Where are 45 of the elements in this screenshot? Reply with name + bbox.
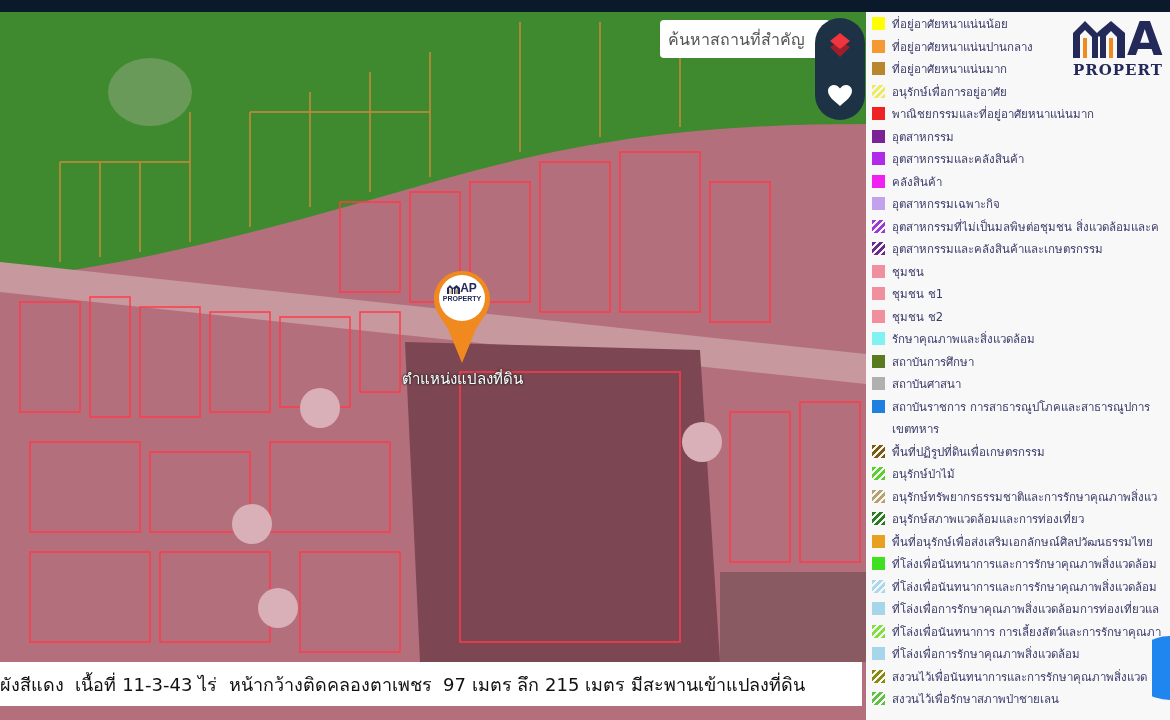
legend-label: พื้นที่ปฏิรูปที่ดินเพื่อเกษตรกรรม bbox=[892, 443, 1045, 461]
legend-label: ที่โล่งเพื่อนันทนาการและการรักษาคุณภาพสิ่งแวดล้อม bbox=[892, 555, 1157, 573]
legend-label: อนุรักษ์ทรัพยากรธรรมชาติและการรักษาคุณภาพสิ่งแว bbox=[892, 488, 1157, 506]
logo-subtitle: PROPERT bbox=[1073, 61, 1163, 79]
logo-text: A bbox=[1127, 20, 1163, 58]
legend-label: สถาบันการศึกษา bbox=[892, 353, 974, 371]
legend-label: สงวนไว้เพื่อนันทนาการและการรักษาคุณภาพสิ่งแวด bbox=[892, 668, 1147, 686]
legend-label: ที่โล่งเพื่อนันทนาการ การเลี้ยงสัตว์และการรักษาคุณภา bbox=[892, 623, 1161, 641]
legend-label: อนุรักษ์เพื่อการอยู่อาศัย bbox=[892, 83, 1007, 101]
legend-label: รักษาคุณภาพและสิ่งแวดล้อม bbox=[892, 330, 1035, 348]
legend-label: ชุมชน bbox=[892, 263, 924, 281]
legend-label: ที่โล่งเพื่อการรักษาคุณภาพสิ่งแวดล้อมการท่องเที่ยวแล bbox=[892, 600, 1159, 618]
layers-icon bbox=[828, 31, 852, 58]
legend-label: อนุรักษ์สภาพแวดล้อมและการท่องเที่ยว bbox=[892, 510, 1084, 528]
search-field[interactable]: ค้นหาสถานที่สำคัญ bbox=[660, 20, 830, 58]
place-marker-icon bbox=[300, 388, 340, 428]
pin-label: ตำแหน่งแปลงที่ดิน bbox=[401, 368, 523, 390]
legend-label: ชุมชน ช1 bbox=[892, 286, 943, 303]
legend-label: สงวนไว้เพื่อรักษาสภาพป่าชายเลน bbox=[892, 690, 1059, 708]
legend-label: อุตสาหกรรมและคลังสินค้าและเกษตรกรรม bbox=[892, 241, 1103, 258]
legend-label: ที่โล่งเพื่อการรักษาคุณภาพสิ่งแวดล้อม bbox=[892, 645, 1080, 663]
legend-label: พื้นที่อนุรักษ์เพื่อส่งเสริมเอกลักษณ์ศิลปวัฒนธรรมไทย bbox=[892, 533, 1153, 551]
legend-label: คลังสินค้า bbox=[892, 173, 942, 191]
place-marker-icon bbox=[232, 504, 272, 544]
legend-label: ที่อยู่อาศัยหนาแน่นน้อย bbox=[892, 15, 1008, 33]
place-marker-icon bbox=[258, 588, 298, 628]
legend-label: อุตสาหกรรม bbox=[892, 128, 954, 146]
house-logo-icon bbox=[447, 285, 461, 294]
legend-label: พาณิชยกรรมและที่อยู่อาศัยหนาแน่นมาก bbox=[892, 105, 1094, 123]
caption-text: ผังสีแดง เนื้อที่ 11-3-43 ไร่ หน้ากว้างติดคลองตาเพชร 97 เมตร ลึก 215 เมตร มีสะพานเข้าแปลงที่ดิน bbox=[0, 671, 805, 697]
legend-label: อนุรักษ์ป่าไม้ bbox=[892, 466, 955, 483]
legend-label: ที่อยู่อาศัยหนาแน่นมาก bbox=[892, 60, 1007, 78]
legend-label: อุตสาหกรรมเฉพาะกิจ bbox=[892, 196, 1000, 213]
legend-label: อุตสาหกรรมที่ไม่เป็นมลพิษต่อชุมชน สิ่งแวดล้อมและค bbox=[892, 218, 1159, 236]
map-pin-icon bbox=[434, 271, 490, 363]
legend-label: ที่อยู่อาศัยหนาแน่นปานกลาง bbox=[892, 38, 1033, 56]
legend-label: สถาบันศาสนา bbox=[892, 376, 961, 393]
heart-icon bbox=[828, 84, 852, 107]
logo-text: AP bbox=[460, 283, 477, 294]
legend-label: ที่โล่งเพื่อนันทนาการและการรักษาคุณภาพสิ่งแวดล้อม bbox=[892, 578, 1157, 596]
legend-label: อุตสาหกรรมและคลังสินค้า bbox=[892, 151, 1024, 168]
house-logo-icon bbox=[1073, 20, 1125, 58]
legend-label: สถาบันราชการ การสาธารณูปโภคและสาธารณูปการ เขตทหาร bbox=[892, 398, 1150, 438]
legend-label: ชุมชน ช2 bbox=[892, 308, 943, 326]
place-marker-icon bbox=[682, 422, 722, 462]
